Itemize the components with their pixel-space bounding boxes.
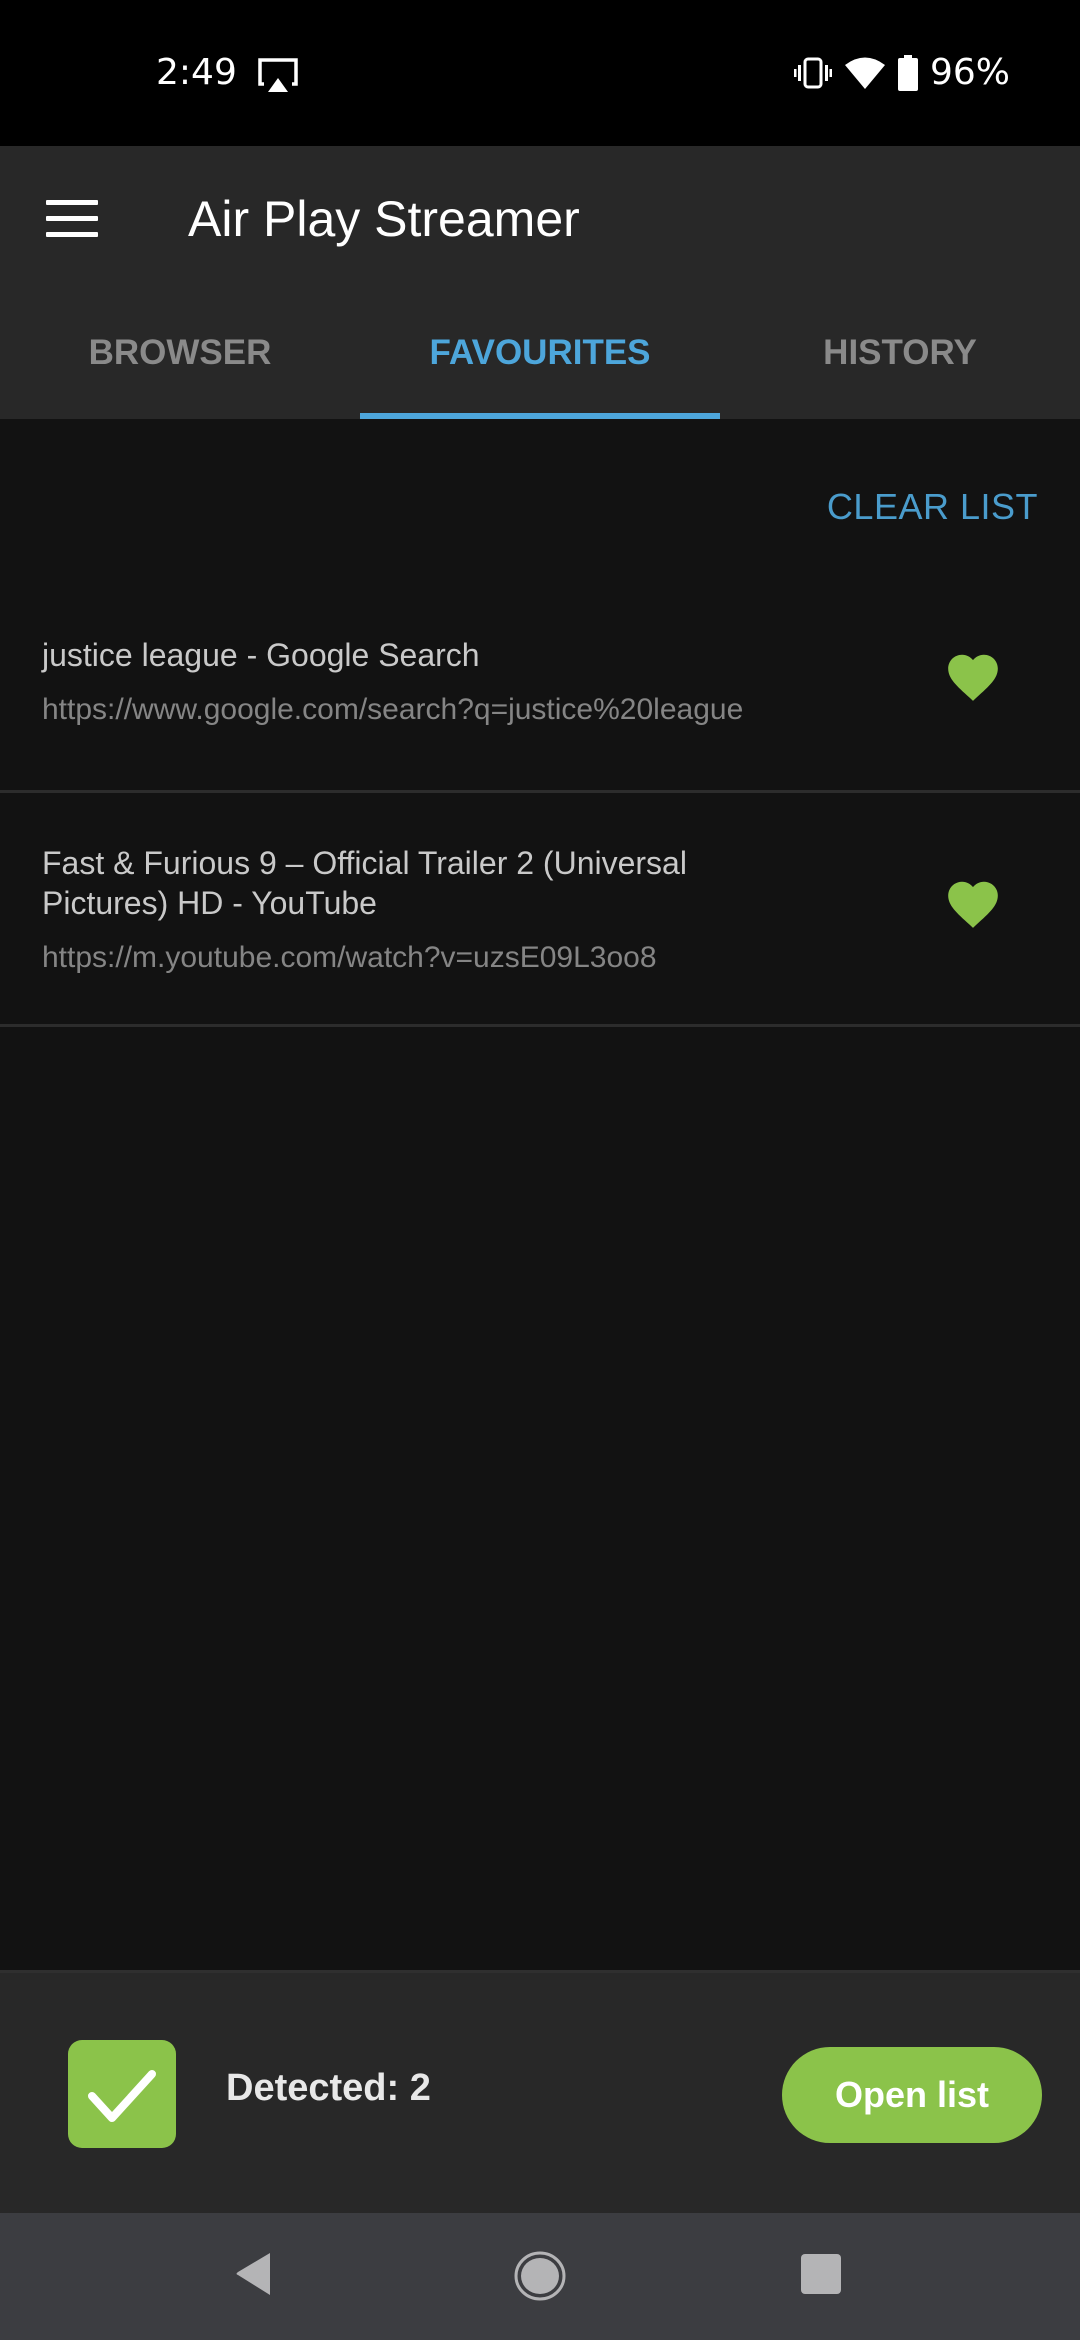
hamburger-menu-icon[interactable] bbox=[46, 200, 98, 240]
system-nav-bar bbox=[0, 2213, 1080, 2340]
item-url: https://m.youtube.com/watch?v=uzsE09L3oo… bbox=[42, 941, 657, 974]
tab-favourites[interactable]: FAVOURITES bbox=[360, 300, 720, 419]
favourites-list: justice league - Google Search https://w… bbox=[0, 600, 1080, 1027]
clear-list-button[interactable]: CLEAR LIST bbox=[827, 486, 1038, 528]
item-url: https://www.google.com/search?q=justice%… bbox=[42, 693, 744, 726]
vibrate-icon bbox=[793, 57, 832, 88]
cast-icon bbox=[258, 58, 298, 92]
status-icons: 96% bbox=[793, 52, 1010, 93]
tab-browser[interactable]: BROWSER bbox=[0, 300, 360, 419]
detection-bar: Detected: 2 Open list bbox=[0, 1970, 1080, 2213]
item-title: Fast & Furious 9 – Official Trailer 2 (U… bbox=[42, 845, 687, 921]
heart-icon[interactable] bbox=[944, 877, 1002, 929]
home-icon[interactable] bbox=[514, 2251, 566, 2301]
open-list-button[interactable]: Open list bbox=[782, 2047, 1042, 2143]
wifi-icon bbox=[844, 57, 885, 89]
checkmark-icon bbox=[88, 2070, 156, 2122]
status-bar: 2:49 96% bbox=[0, 0, 1080, 146]
tab-bar: BROWSER FAVOURITES HISTORY bbox=[0, 300, 1080, 419]
battery-icon bbox=[897, 54, 918, 91]
detected-count: Detected: 2 bbox=[226, 2067, 431, 2109]
app-title: Air Play Streamer bbox=[188, 191, 580, 247]
tab-history[interactable]: HISTORY bbox=[720, 300, 1080, 419]
detected-status-badge bbox=[68, 2040, 176, 2148]
list-item[interactable]: justice league - Google Search https://w… bbox=[0, 600, 1080, 793]
recents-icon[interactable] bbox=[800, 2253, 842, 2295]
list-item[interactable]: Fast & Furious 9 – Official Trailer 2 (U… bbox=[0, 793, 1080, 1027]
item-title: justice league - Google Search bbox=[42, 637, 480, 673]
status-time: 2:49 bbox=[156, 52, 237, 93]
heart-icon[interactable] bbox=[944, 650, 1002, 702]
back-icon[interactable] bbox=[234, 2251, 274, 2297]
battery-percent: 96% bbox=[929, 52, 1010, 93]
